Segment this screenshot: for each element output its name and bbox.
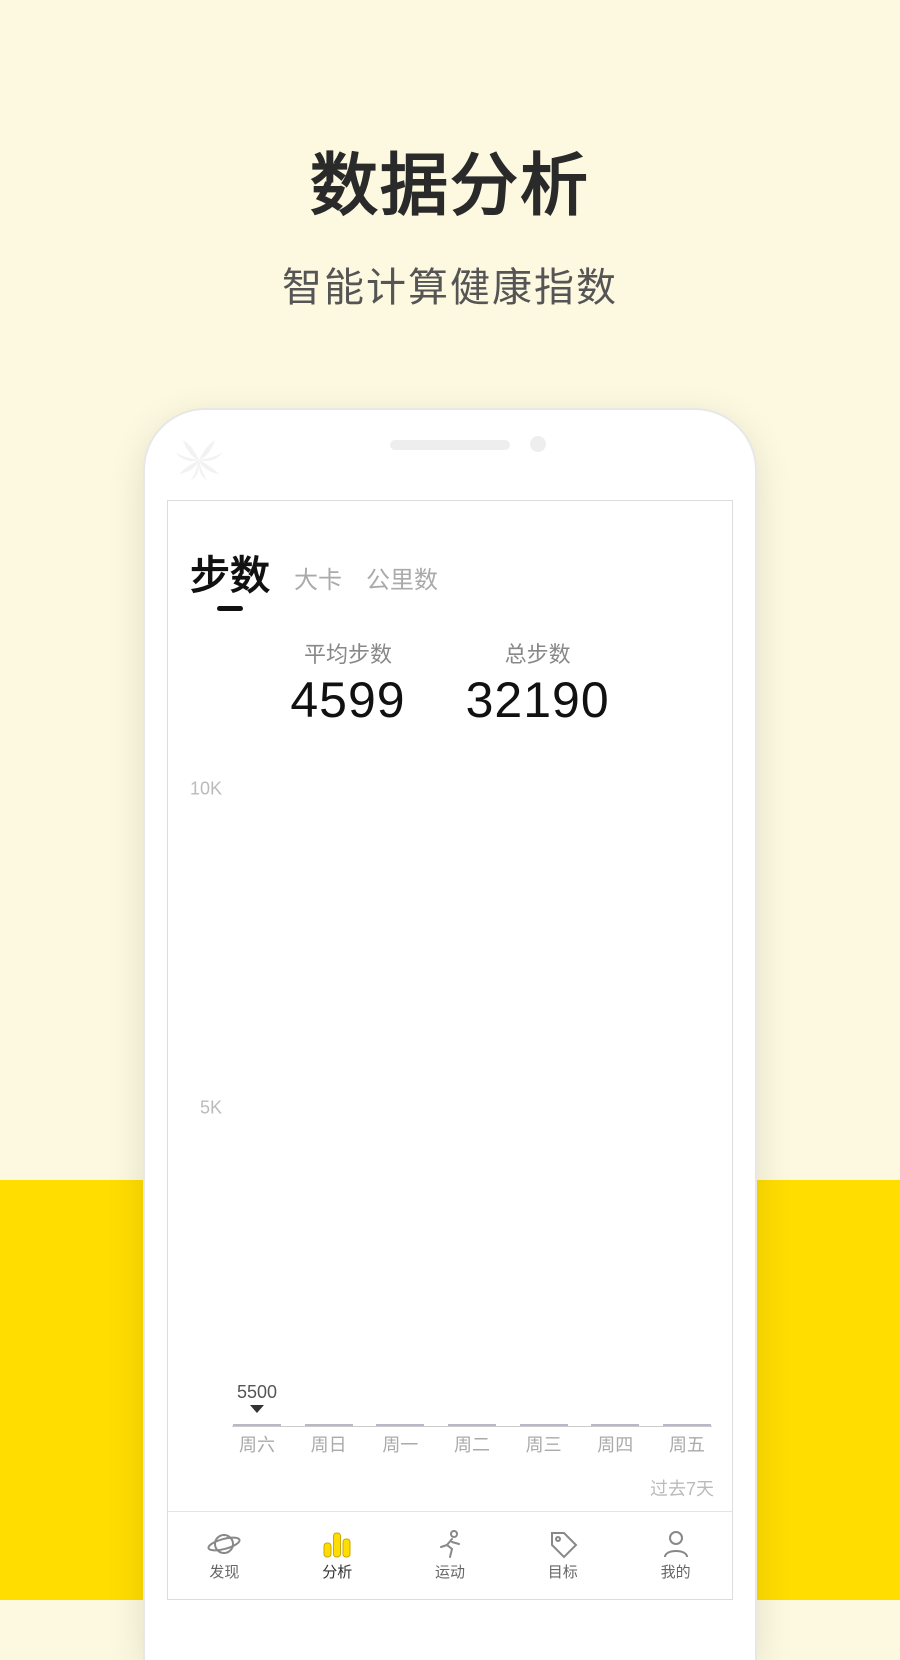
stat-average-label: 平均步数 — [290, 637, 405, 669]
phone-frame: 步数 大卡 公里数 平均步数 4599 总步数 32190 10K 5K 550… — [145, 410, 755, 1660]
stat-average: 平均步数 4599 — [290, 637, 405, 729]
stat-total: 总步数 32190 — [466, 637, 610, 729]
chart-x-label: 周一 — [375, 1431, 425, 1457]
chart-bar[interactable] — [447, 1424, 497, 1426]
nav-discover[interactable]: 发现 — [168, 1512, 281, 1599]
chart-bar[interactable]: 5500 — [232, 1424, 282, 1426]
chart-x-label: 周日 — [304, 1431, 354, 1457]
chart-x-label: 周五 — [662, 1431, 712, 1457]
stat-average-value: 4599 — [290, 671, 405, 729]
nav-discover-label: 发现 — [209, 1561, 239, 1582]
chart-x-label: 周六 — [232, 1431, 282, 1457]
nav-mine[interactable]: 我的 — [619, 1512, 732, 1599]
chart-x-labels: 周六周日周一周二周三周四周五 — [232, 1431, 712, 1457]
chart-bar[interactable] — [590, 1424, 640, 1426]
bottom-nav: 发现 分析 运动 目标 — [168, 1511, 732, 1599]
runner-icon — [433, 1529, 467, 1559]
nav-analysis-label: 分析 — [322, 1561, 352, 1582]
chart-bar[interactable] — [375, 1424, 425, 1426]
nav-goal-label: 目标 — [548, 1561, 578, 1582]
phone-camera — [530, 436, 546, 452]
chart-period-label: 过去7天 — [168, 1467, 732, 1511]
huawei-logo-icon — [173, 438, 225, 482]
chart-y-tick: 5K — [200, 1098, 222, 1119]
tab-kcal[interactable]: 大卡 — [294, 560, 342, 601]
tab-steps[interactable]: 步数 — [190, 543, 270, 601]
nav-analysis[interactable]: 分析 — [281, 1512, 394, 1599]
nav-goal[interactable]: 目标 — [506, 1512, 619, 1599]
summary-stats: 平均步数 4599 总步数 32190 — [168, 637, 732, 729]
chart-y-tick: 10K — [190, 779, 222, 800]
tab-km[interactable]: 公里数 — [366, 560, 438, 601]
chart-x-label: 周三 — [519, 1431, 569, 1457]
app-screen: 步数 大卡 公里数 平均步数 4599 总步数 32190 10K 5K 550… — [167, 500, 733, 1600]
nav-mine-label: 我的 — [661, 1561, 691, 1582]
tag-icon — [546, 1529, 580, 1559]
chart-bars: 5500 — [232, 789, 712, 1427]
planet-icon — [207, 1529, 241, 1559]
metric-tabs: 步数 大卡 公里数 — [168, 501, 732, 601]
chart-callout: 5500 — [237, 1382, 277, 1413]
stat-total-label: 总步数 — [466, 637, 610, 669]
nav-sport[interactable]: 运动 — [394, 1512, 507, 1599]
chart-x-label: 周四 — [590, 1431, 640, 1457]
phone-top-bezel — [145, 410, 755, 500]
chart-bar[interactable] — [519, 1424, 569, 1426]
chart-x-label: 周二 — [447, 1431, 497, 1457]
bar-chart-icon — [320, 1529, 354, 1559]
chart-bar[interactable] — [662, 1424, 712, 1426]
nav-sport-label: 运动 — [435, 1561, 465, 1582]
promo-title: 数据分析 — [0, 130, 900, 229]
promo-subtitle: 智能计算健康指数 — [0, 255, 900, 313]
promo-heading: 数据分析 智能计算健康指数 — [0, 0, 900, 313]
steps-bar-chart[interactable]: 10K 5K 5500 周六周日周一周二周三周四周五 — [182, 789, 718, 1457]
person-icon — [659, 1529, 693, 1559]
chart-bar[interactable] — [304, 1424, 354, 1426]
stat-total-value: 32190 — [466, 671, 610, 729]
phone-speaker — [390, 440, 510, 450]
